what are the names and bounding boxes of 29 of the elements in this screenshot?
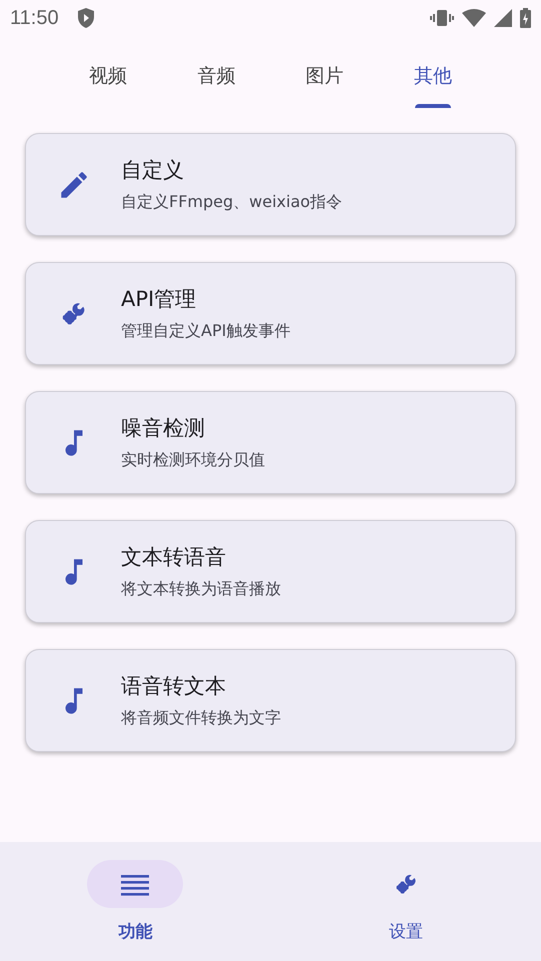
tab[interactable]: 视频 [54,36,162,108]
feature-card[interactable]: 自定义 自定义FFmpeg、weixiao指令 [25,133,516,236]
feature-card[interactable]: 语音转文本 将音频文件转换为文字 [25,649,516,752]
feature-card[interactable]: 噪音检测 实时检测环境分贝值 [25,391,516,494]
card-subtitle: 管理自定义API触发事件 [121,320,290,342]
card-title: 自定义 [121,156,185,184]
feature-card[interactable]: API管理 管理自定义API触发事件 [25,262,516,365]
card-title: 噪音检测 [121,414,206,442]
status-time: 11:50 [10,6,59,31]
shield-icon [76,8,95,28]
card-subtitle: 实时检测环境分贝值 [121,449,265,472]
vibrate-icon [430,9,454,27]
battery-icon [520,8,531,28]
tools-icon [394,872,418,896]
card-title: API管理 [121,286,198,313]
tab[interactable]: 音频 [162,36,270,108]
tab[interactable]: 其他 [378,36,487,108]
card-title: 语音转文本 [121,672,227,700]
tab[interactable]: 图片 [270,36,379,108]
nav-item[interactable]: 设置 [270,842,541,961]
signal-icon [494,9,512,27]
nav-item[interactable]: 功能 [0,842,270,961]
card-title: 文本转语音 [121,544,227,571]
card-subtitle: 将音频文件转换为文字 [121,707,281,730]
menu-icon [121,872,150,896]
card-subtitle: 将文本转换为语音播放 [121,578,281,600]
feature-card[interactable]: 文本转语音 将文本转换为语音播放 [25,520,516,623]
wifi-icon [462,9,486,27]
card-subtitle: 自定义FFmpeg、weixiao指令 [121,191,342,214]
